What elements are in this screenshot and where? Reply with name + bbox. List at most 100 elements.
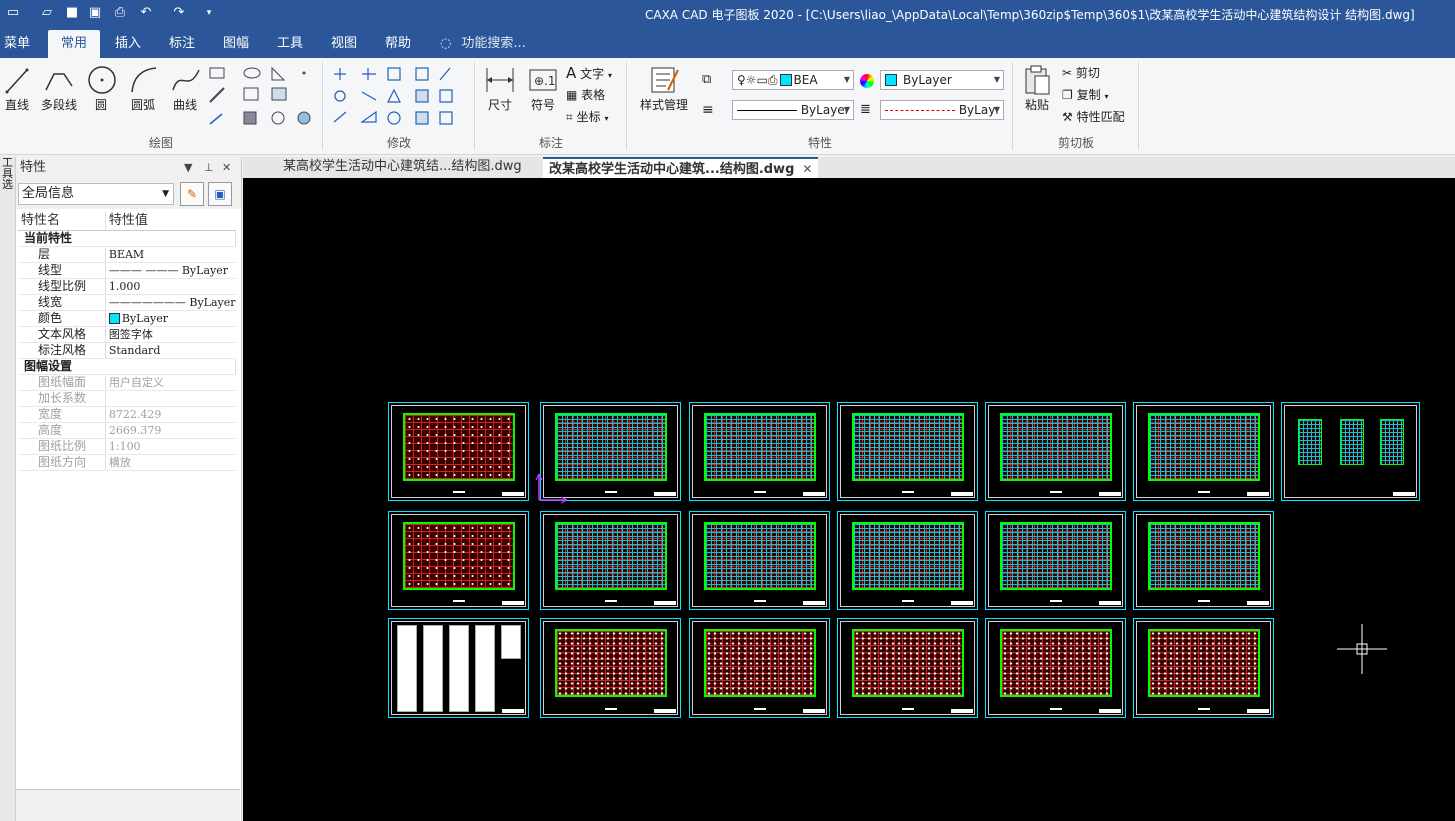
save-all-icon[interactable]: ▣: [86, 4, 104, 22]
tab-insert[interactable]: 插入: [108, 30, 148, 58]
modify-tools[interactable]: [332, 66, 472, 130]
side-toolstrip[interactable]: 工 具 选: [0, 157, 16, 821]
drawing-sheet[interactable]: [985, 402, 1126, 501]
linetype-list-icon[interactable]: ≡: [702, 102, 718, 118]
drawing-sheet[interactable]: [689, 511, 830, 610]
drawing-sheet[interactable]: [1133, 511, 1274, 610]
style-manager-button[interactable]: 样式管理: [636, 64, 692, 113]
tab-view[interactable]: 视图: [324, 30, 364, 58]
properties-grid-header: 特性名 特性值: [18, 212, 236, 231]
drawing-sheet[interactable]: [985, 511, 1126, 610]
tab-help[interactable]: 帮助: [378, 30, 418, 58]
property-row[interactable]: 层 BEAM: [18, 246, 236, 263]
drawing-sheet[interactable]: [837, 511, 978, 610]
linewidth-icon[interactable]: ≣: [860, 102, 876, 118]
property-value[interactable]: BEAM: [105, 246, 236, 263]
line-button[interactable]: 直线: [2, 64, 32, 113]
color-wheel-icon[interactable]: [860, 74, 874, 88]
new-file-icon[interactable]: ▭: [4, 4, 22, 22]
drawing-canvas[interactable]: [243, 178, 1455, 821]
polyline-button[interactable]: 多段线: [38, 64, 80, 113]
property-category[interactable]: 当前特性: [18, 230, 236, 247]
property-value[interactable]: 1.000: [105, 278, 236, 295]
drawing-sheet[interactable]: [388, 402, 529, 501]
linewidth-combo[interactable]: ByLayı ▼: [880, 100, 1004, 120]
property-value[interactable]: ——— ——— ByLayer: [105, 262, 236, 279]
drawing-sheet[interactable]: [689, 402, 830, 501]
property-category[interactable]: 图幅设置: [18, 358, 236, 375]
property-value[interactable]: 图签字体: [105, 326, 236, 343]
quick-select-button[interactable]: ▣: [208, 182, 232, 206]
drawing-sheet[interactable]: [689, 618, 830, 718]
circle-button[interactable]: 圆: [86, 64, 116, 113]
property-row[interactable]: 宽度 8722.429: [18, 406, 236, 423]
panel-menu-icon[interactable]: ▼: [184, 157, 192, 179]
doc-tab-original[interactable]: 某高校学生活动中心建筑结...结构图.dwg: [277, 157, 528, 178]
properties-panel-title: 特性: [20, 160, 47, 175]
tab-sheet[interactable]: 图幅: [216, 30, 256, 58]
table-button[interactable]: ▦ 表格: [566, 86, 605, 103]
drawing-sheet[interactable]: [388, 511, 529, 610]
annotate-group-label: 标注: [538, 136, 563, 150]
property-row[interactable]: 线型 ——— ——— ByLayer: [18, 262, 236, 279]
property-row[interactable]: 高度 2669.379: [18, 422, 236, 439]
undo-icon[interactable]: ↶: [137, 4, 155, 22]
layer-combo[interactable]: ♀☼▭⎙ BEA ▼: [732, 70, 854, 90]
linetype-combo[interactable]: ByLayer ▼: [732, 100, 854, 120]
drawing-sheet[interactable]: [540, 511, 681, 610]
tab-menu[interactable]: 菜单: [0, 30, 34, 58]
clear-selection-button[interactable]: ✎: [180, 182, 204, 206]
scope-select[interactable]: 全局信息 ▼: [18, 183, 174, 205]
coordinate-button[interactable]: ⌗ 坐标 ▾: [566, 108, 608, 125]
drawing-sheet[interactable]: [985, 618, 1126, 718]
close-tab-icon[interactable]: ✕: [802, 162, 812, 176]
drawing-sheet-sections[interactable]: [1281, 402, 1420, 501]
arc-button[interactable]: 圆弧: [128, 64, 158, 113]
spline-icon: [172, 69, 200, 91]
tab-annotate[interactable]: 标注: [162, 30, 202, 58]
feature-search[interactable]: ◌ 功能搜索...: [440, 30, 540, 58]
color-combo[interactable]: ByLayer ▼: [880, 70, 1004, 90]
save-icon[interactable]: ■: [63, 4, 81, 22]
property-value[interactable]: Standard: [105, 342, 236, 359]
drawing-sheet[interactable]: [1133, 402, 1274, 501]
text-button[interactable]: A 文字 ▾: [566, 64, 612, 82]
property-row[interactable]: 图纸幅面 用户自定义: [18, 374, 236, 391]
pin-icon[interactable]: ⊥: [204, 157, 214, 179]
print-icon[interactable]: ⎙: [111, 4, 129, 22]
property-row[interactable]: 加长系数: [18, 390, 236, 407]
drawing-sheet[interactable]: [1133, 618, 1274, 718]
paste-button[interactable]: 粘贴: [1020, 64, 1054, 113]
property-row[interactable]: 文本风格 图签字体: [18, 326, 236, 343]
copy-button[interactable]: ❐ 复制 ▾: [1062, 86, 1108, 103]
property-row[interactable]: 线宽 ——————— ByLayer: [18, 294, 236, 311]
layer-manager-icon[interactable]: ⧉: [702, 72, 718, 88]
tab-tools[interactable]: 工具: [270, 30, 310, 58]
text-label: 文字: [580, 67, 605, 81]
property-value[interactable]: ——————— ByLayer: [105, 294, 236, 311]
property-row[interactable]: 图纸比例 1:100: [18, 438, 236, 455]
open-folder-icon[interactable]: ▱: [38, 4, 56, 22]
col-header-name: 特性名: [18, 212, 106, 231]
symbol-button[interactable]: ⊕.1 符号: [526, 64, 560, 113]
property-value[interactable]: ByLayer: [105, 310, 236, 327]
property-row[interactable]: 标注风格 Standard: [18, 342, 236, 359]
redo-icon[interactable]: ↷: [170, 4, 188, 22]
dimension-button[interactable]: 尺寸: [482, 64, 518, 113]
property-row[interactable]: 颜色 ByLayer: [18, 310, 236, 327]
cut-button[interactable]: ✂ 剪切: [1062, 64, 1100, 81]
property-row[interactable]: 线型比例 1.000: [18, 278, 236, 295]
drawing-sheet-notes[interactable]: [388, 618, 529, 718]
drawing-sheet[interactable]: [540, 618, 681, 718]
tab-common[interactable]: 常用: [48, 30, 100, 58]
doc-tab-modified[interactable]: 改某高校学生活动中心建筑...结构图.dwg ✕: [543, 157, 819, 178]
draw-small-tools[interactable]: [208, 66, 318, 128]
curve-button[interactable]: 曲线: [170, 64, 200, 113]
match-properties-button[interactable]: ⚒ 特性匹配: [1062, 108, 1125, 125]
property-row[interactable]: 图纸方向 横放: [18, 454, 236, 471]
property-name: 文本风格: [18, 326, 106, 343]
drawing-sheet[interactable]: [837, 402, 978, 501]
qa-customize-icon[interactable]: ▾: [200, 4, 218, 22]
close-icon[interactable]: ✕: [222, 157, 231, 179]
drawing-sheet[interactable]: [837, 618, 978, 718]
